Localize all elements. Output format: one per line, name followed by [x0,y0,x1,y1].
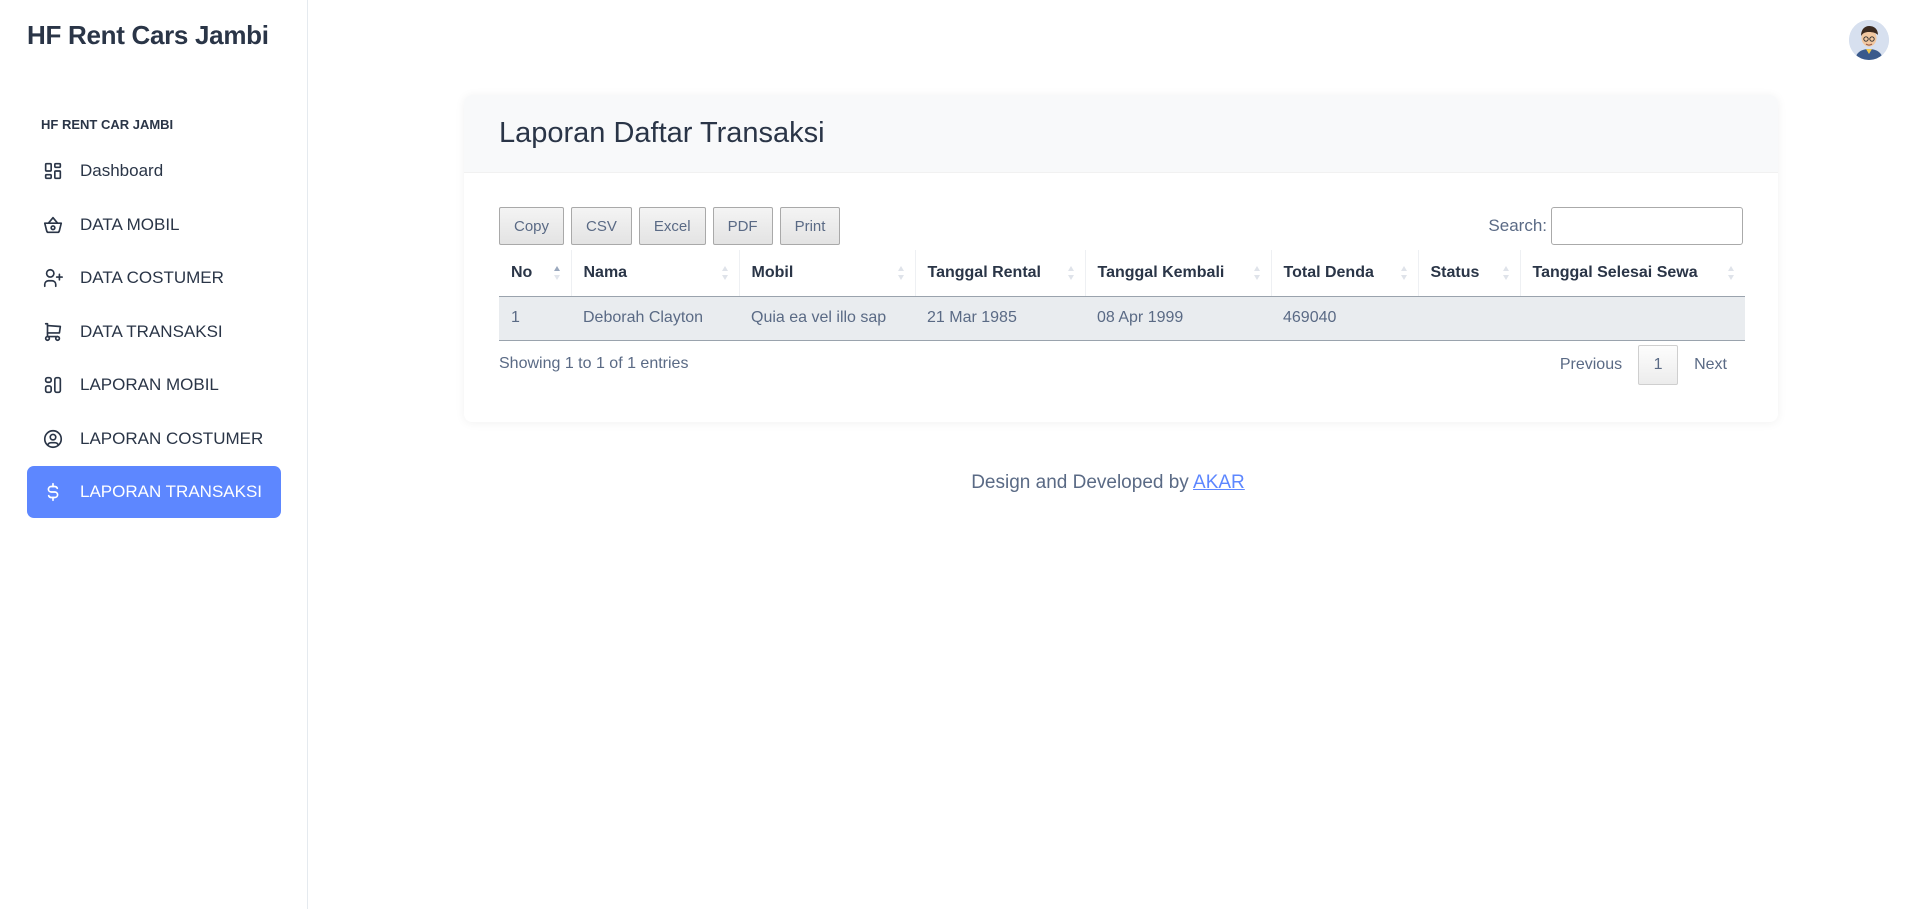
sidebar-item-data-mobil[interactable]: DATA MOBIL [27,199,281,251]
sidebar-nav: Dashboard DATA MOBIL DATA COSTUMER DATA … [27,145,281,520]
table-info: Showing 1 to 1 of 1 entries [499,355,689,372]
pagination: Previous 1 Next [1544,345,1743,385]
column-label: Nama [583,263,628,281]
sidebar-item-label: Dashboard [80,161,164,180]
previous-button[interactable]: Previous [1544,356,1638,374]
footer-link[interactable]: AKAR [1193,472,1245,493]
column-label: Mobil [751,263,794,281]
column-label: Total Denda [1283,263,1374,281]
column-label: Status [1430,263,1480,281]
user-circle-icon [41,427,65,451]
print-button[interactable]: Print [779,207,841,245]
column-label: Tanggal Selesai Sewa [1532,263,1698,281]
page-title: Laporan Daftar Transaksi [499,117,825,149]
csv-button[interactable]: CSV [571,207,632,245]
cell-no: 1 [499,296,571,341]
export-toolbar: Copy CSV Excel PDF Print [499,207,847,245]
page-1-button[interactable]: 1 [1638,345,1679,385]
table-row: 1 Deborah Clayton Quia ea vel illo sap 2… [499,296,1745,341]
sort-icon [897,266,904,280]
column-header-tanggal-kembali[interactable]: Tanggal Kembali [1085,250,1272,297]
sort-icon [721,266,728,280]
copy-button[interactable]: Copy [499,207,565,245]
user-avatar[interactable] [1849,20,1889,60]
sidebar-item-data-transaksi[interactable]: DATA TRANSAKSI [27,306,281,358]
column-header-no[interactable]: No [499,250,572,297]
sort-icon [1067,266,1074,280]
column-header-tanggal-selesai-sewa[interactable]: Tanggal Selesai Sewa [1520,250,1745,297]
excel-button[interactable]: Excel [638,207,706,245]
cell-total-denda: 469040 [1271,296,1418,341]
cell-mobil: Quia ea vel illo sap [739,296,915,341]
cell-tanggal-kembali: 08 Apr 1999 [1085,296,1271,341]
sidebar-item-data-costumer[interactable]: DATA COSTUMER [27,252,281,304]
column-label: Tanggal Kembali [1097,263,1225,281]
layout-icon [41,373,65,397]
next-button[interactable]: Next [1678,356,1743,374]
cell-tanggal-rental: 21 Mar 1985 [915,296,1085,341]
sort-icon [1400,266,1407,280]
cart-icon [41,320,65,344]
card-header: Laporan Daftar Transaksi [464,95,1778,173]
footer: Design and Developed by AKAR [308,472,1908,494]
sidebar-item-label: LAPORAN TRANSAKSI [80,482,263,501]
cell-status [1418,296,1520,341]
search-box: Search: [1488,207,1743,245]
sidebar: HF Rent Cars Jambi HF RENT CAR JAMBI Das… [0,0,308,909]
sidebar-item-laporan-costumer[interactable]: LAPORAN COSTUMER [27,413,281,465]
search-input[interactable] [1551,207,1743,245]
transactions-table: No Nama Mobil Tanggal Rental Tanggal Kem… [499,250,1745,341]
column-label: No [511,263,533,281]
avatar-icon [1849,20,1889,60]
sidebar-item-laporan-transaksi[interactable]: LAPORAN TRANSAKSI [27,466,281,518]
column-header-mobil[interactable]: Mobil [739,250,916,297]
sidebar-item-label: DATA TRANSAKSI [80,321,223,341]
dashboard-icon [41,159,65,183]
sort-icon [1502,266,1509,280]
sort-asc-icon [553,266,560,280]
search-label: Search: [1488,216,1547,235]
table-header-row: No Nama Mobil Tanggal Rental Tanggal Kem… [499,250,1745,297]
sort-icon [1253,266,1260,280]
user-plus-icon [41,266,65,290]
column-header-status[interactable]: Status [1418,250,1521,297]
brand-title[interactable]: HF Rent Cars Jambi [27,20,269,51]
dollar-icon [41,480,65,504]
column-header-total-denda[interactable]: Total Denda [1271,250,1419,297]
column-header-nama[interactable]: Nama [571,250,740,297]
column-header-tanggal-rental[interactable]: Tanggal Rental [915,250,1086,297]
sidebar-item-label: DATA MOBIL [80,214,180,234]
footer-text: Design and Developed by [971,472,1194,493]
sidebar-item-label: LAPORAN MOBIL [80,375,219,394]
sidebar-item-dashboard[interactable]: Dashboard [27,145,281,197]
sort-icon [1728,266,1734,280]
pdf-button[interactable]: PDF [712,207,773,245]
sidebar-item-label: LAPORAN COSTUMER [80,428,264,448]
nav-caption: HF RENT CAR JAMBI [41,117,174,132]
sidebar-item-laporan-mobil[interactable]: LAPORAN MOBIL [27,359,281,411]
column-label: Tanggal Rental [927,263,1042,281]
sidebar-item-label: DATA COSTUMER [80,268,224,287]
cell-nama: Deborah Clayton [571,296,739,341]
cell-tanggal-selesai-sewa [1520,296,1745,341]
report-card: Laporan Daftar Transaksi Copy CSV Excel … [464,95,1778,422]
basket-icon [41,213,65,237]
